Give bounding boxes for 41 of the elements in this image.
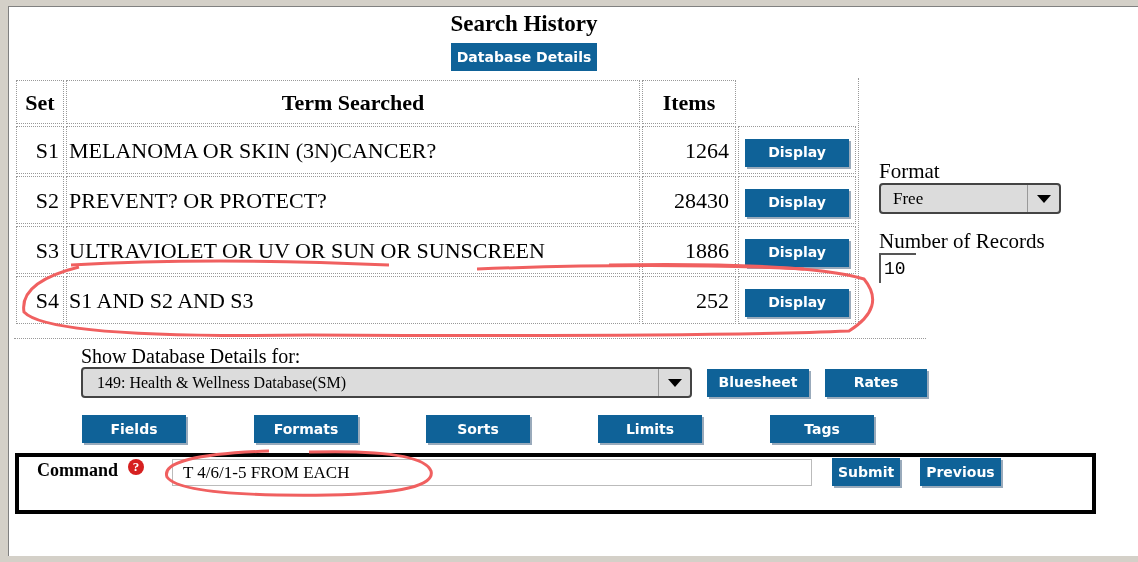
table-cell: 1264 xyxy=(642,126,736,174)
table-cell: 1886 xyxy=(642,226,736,274)
page-title: Search History xyxy=(450,10,598,38)
table-cell: S1 xyxy=(16,126,64,174)
records-field[interactable]: 10 xyxy=(879,253,916,283)
format-dropdown[interactable]: Free xyxy=(879,183,1061,214)
tool-button[interactable]: Limits xyxy=(598,415,702,443)
display-button[interactable]: Display xyxy=(745,138,849,167)
tool-button[interactable]: Sorts xyxy=(426,415,530,443)
display-button[interactable]: Display xyxy=(745,238,849,267)
table-cell: PREVENT? OR PROTECT? xyxy=(66,176,640,224)
command-label: Command xyxy=(37,459,118,482)
records-label: Number of Records xyxy=(879,229,1046,253)
table-cell: S2 xyxy=(16,176,64,224)
command-field[interactable]: T 4/6/1-5 FROM EACH xyxy=(172,459,812,486)
table-cell: S1 AND S2 AND S3 xyxy=(66,276,640,324)
tool-button[interactable]: Formats xyxy=(254,415,358,443)
table-cell: S3 xyxy=(16,226,64,274)
column-header: Items xyxy=(642,80,736,124)
command-button[interactable]: Previous xyxy=(920,458,1001,486)
database-button[interactable]: Rates xyxy=(825,368,927,397)
dropdown-arrow-icon xyxy=(667,378,682,387)
table-cell: 28430 xyxy=(642,176,736,224)
dropdown-arrow-icon xyxy=(1036,194,1051,203)
database-button[interactable]: Bluesheet xyxy=(707,368,809,397)
display-button[interactable]: Display xyxy=(745,288,849,317)
table-cell: S4 xyxy=(16,276,64,324)
database-label: Show Database Details for: xyxy=(81,345,302,367)
format-label: Format xyxy=(879,160,941,182)
column-header: Set xyxy=(16,80,64,124)
table-cell: 252 xyxy=(642,276,736,324)
help-icon[interactable]: ? xyxy=(128,459,144,475)
command-button[interactable]: Submit xyxy=(832,458,901,486)
table-cell: ULTRAVIOLET OR UV OR SUN OR SUNSCREEN xyxy=(66,226,640,274)
database-details-button[interactable]: Database Details xyxy=(450,43,598,71)
display-button[interactable]: Display xyxy=(745,188,849,217)
tool-button[interactable]: Tags xyxy=(770,415,874,443)
tool-button[interactable]: Fields xyxy=(82,415,186,443)
table-cell: MELANOMA OR SKIN (3N)CANCER? xyxy=(66,126,640,174)
column-header: Term Searched xyxy=(66,80,640,124)
database-dropdown[interactable]: 149: Health & Wellness Database(SM) xyxy=(81,367,692,398)
